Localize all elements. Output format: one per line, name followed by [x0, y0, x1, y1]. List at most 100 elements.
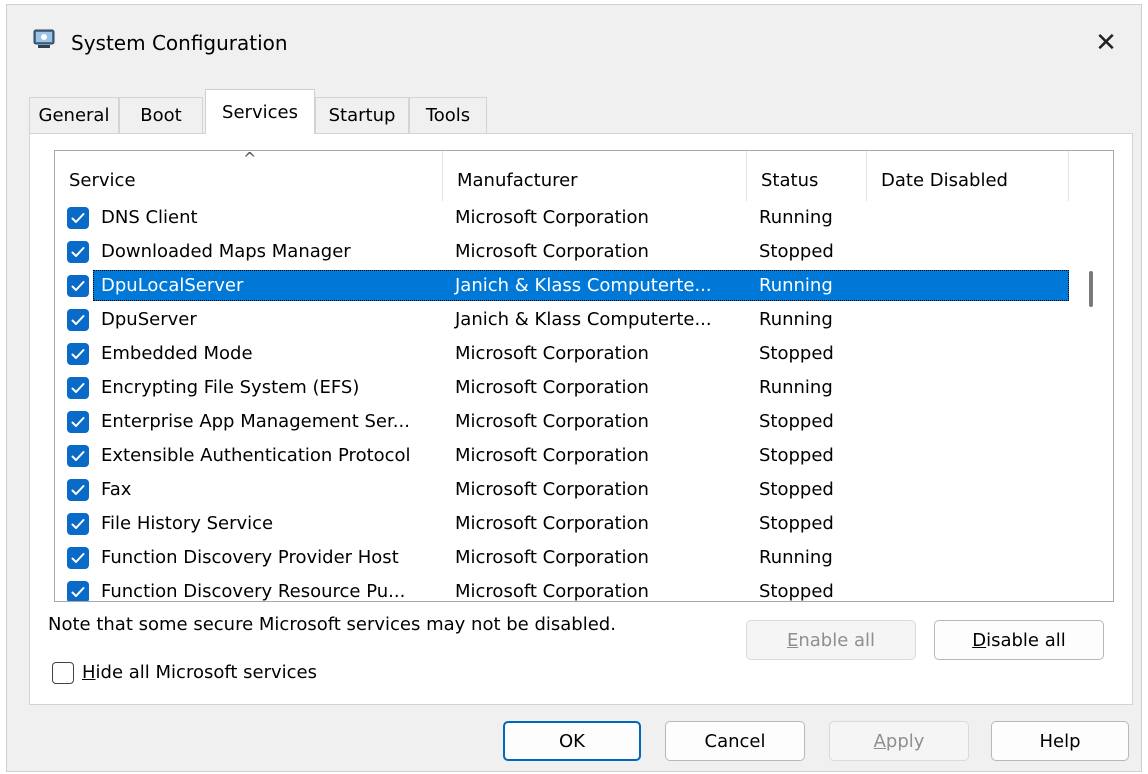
table-row[interactable]: Function Discovery Resource Pu... Microso… [55, 575, 1071, 602]
tab-general[interactable]: General [29, 97, 119, 133]
button-label: Disable all [972, 630, 1066, 651]
accelerator-key: E [786, 629, 799, 651]
label-rest: nable all [798, 629, 876, 651]
column-label: Service [69, 169, 136, 191]
window-title: System Configuration [71, 31, 288, 55]
column-label: Manufacturer [457, 169, 578, 191]
table-row[interactable]: Enterprise App Management Ser... Microsof… [55, 405, 1071, 439]
table-row[interactable]: Encrypting File System (EFS) Microsoft Co… [55, 371, 1071, 405]
checkmark-icon [71, 349, 85, 359]
service-checkbox[interactable] [67, 207, 89, 229]
close-icon: ✕ [1095, 28, 1117, 58]
status-cell: Stopped [759, 479, 834, 500]
checkmark-icon [71, 451, 85, 461]
table-row[interactable]: Fax Microsoft Corporation Stopped [55, 473, 1071, 507]
hide-microsoft-services-checkbox[interactable] [52, 662, 74, 684]
checkmark-icon [71, 485, 85, 495]
scrollbar-thumb[interactable] [1089, 271, 1093, 307]
column-header-date-disabled[interactable]: Date Disabled [867, 151, 1069, 201]
checkmark-icon [71, 281, 85, 291]
table-row[interactable]: Downloaded Maps Manager Microsoft Corpora… [55, 235, 1071, 269]
checkmark-icon [71, 553, 85, 563]
table-row[interactable]: File History Service Microsoft Corporatio… [55, 507, 1071, 541]
service-name-cell: Function Discovery Provider Host [101, 547, 399, 568]
disable-all-button[interactable]: Disable all [934, 620, 1104, 660]
hide-microsoft-services-label[interactable]: Hide all Microsoft services [82, 662, 317, 683]
column-label: Status [761, 169, 819, 191]
service-checkbox[interactable] [67, 309, 89, 331]
column-header-status[interactable]: Status [747, 151, 867, 201]
table-row[interactable]: DpuServer Janich & Klass Computerte... Run… [55, 303, 1071, 337]
tab-startup[interactable]: Startup [315, 97, 409, 133]
status-cell: Stopped [759, 581, 834, 602]
list-rows: DNS Client Microsoft Corporation Running Do… [55, 201, 1071, 602]
status-cell: Stopped [759, 241, 834, 262]
checkmark-icon [71, 383, 85, 393]
tab-tools[interactable]: Tools [409, 97, 487, 133]
checkmark-icon [71, 247, 85, 257]
button-label: Apply [874, 731, 925, 752]
status-cell: Running [759, 275, 833, 296]
close-button[interactable]: ✕ [1071, 5, 1141, 81]
service-name-cell: Encrypting File System (EFS) [101, 377, 360, 398]
service-name-cell: File History Service [101, 513, 274, 534]
table-row[interactable]: DpuLocalServer Janich & Klass Computerte.… [55, 269, 1071, 303]
help-button[interactable]: Help [991, 721, 1129, 761]
enable-all-button[interactable]: Enable all [746, 620, 916, 660]
checkmark-icon [71, 315, 85, 325]
table-row[interactable]: Extensible Authentication Protocol Micros… [55, 439, 1071, 473]
manufacturer-cell: Microsoft Corporation [455, 207, 649, 228]
status-cell: Stopped [759, 513, 834, 534]
system-configuration-window: System Configuration ✕ General Boot Serv… [6, 4, 1142, 772]
column-header-manufacturer[interactable]: Manufacturer [443, 151, 747, 201]
checkmark-icon [71, 519, 85, 529]
service-checkbox[interactable] [67, 581, 89, 601]
service-name-cell: Fax [101, 479, 132, 500]
manufacturer-cell: Janich & Klass Computerte... [455, 275, 712, 296]
list-header: ^ Service Manufacturer Status Date Disab… [55, 151, 1071, 201]
service-checkbox[interactable] [67, 275, 89, 297]
service-checkbox[interactable] [67, 513, 89, 535]
manufacturer-cell: Microsoft Corporation [455, 343, 649, 364]
manufacturer-cell: Microsoft Corporation [455, 581, 649, 602]
apply-button[interactable]: Apply [829, 721, 969, 761]
manufacturer-cell: Microsoft Corporation [455, 479, 649, 500]
service-name-cell: Enterprise App Management Ser... [101, 411, 410, 432]
services-list[interactable]: ^ Service Manufacturer Status Date Disab… [54, 150, 1114, 602]
service-name-cell: DNS Client [101, 207, 198, 228]
service-checkbox[interactable] [67, 479, 89, 501]
service-checkbox[interactable] [67, 411, 89, 433]
status-cell: Running [759, 309, 833, 330]
ok-button[interactable]: OK [503, 721, 641, 761]
service-checkbox[interactable] [67, 547, 89, 569]
table-row[interactable]: DNS Client Microsoft Corporation Running [55, 201, 1071, 235]
service-checkbox[interactable] [67, 377, 89, 399]
service-checkbox[interactable] [67, 343, 89, 365]
status-cell: Stopped [759, 411, 834, 432]
title-bar: System Configuration ✕ [7, 5, 1141, 81]
status-cell: Stopped [759, 343, 834, 364]
column-label: Date Disabled [881, 169, 1008, 191]
status-cell: Stopped [759, 445, 834, 466]
cancel-button[interactable]: Cancel [665, 721, 805, 761]
manufacturer-cell: Microsoft Corporation [455, 241, 649, 262]
vertical-scrollbar[interactable] [1071, 151, 1113, 601]
manufacturer-cell: Microsoft Corporation [455, 547, 649, 568]
accelerator-key: H [82, 662, 96, 683]
table-row[interactable]: Embedded Mode Microsoft Corporation Stoppe… [55, 337, 1071, 371]
service-checkbox[interactable] [67, 445, 89, 467]
column-header-service[interactable]: ^ Service [55, 151, 443, 201]
tab-services[interactable]: Services [205, 89, 315, 134]
service-name-cell: Downloaded Maps Manager [101, 241, 351, 262]
table-row[interactable]: Function Discovery Provider Host Microsof… [55, 541, 1071, 575]
status-cell: Running [759, 377, 833, 398]
label-rest: ide all Microsoft services [95, 662, 318, 683]
label-rest: isable all [986, 629, 1066, 651]
tab-boot[interactable]: Boot [119, 97, 203, 133]
status-cell: Running [759, 207, 833, 228]
manufacturer-cell: Microsoft Corporation [455, 445, 649, 466]
services-tab-panel: ^ Service Manufacturer Status Date Disab… [29, 133, 1133, 705]
service-name-cell: Embedded Mode [101, 343, 253, 364]
service-checkbox[interactable] [67, 241, 89, 263]
service-name-cell: DpuServer [101, 309, 197, 330]
